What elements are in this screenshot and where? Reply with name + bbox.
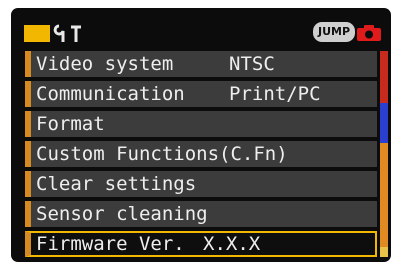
camera-menu-screen: JUMP Video system NTSC Communication Pri… xyxy=(11,8,391,262)
menu-item-label: Sensor cleaning xyxy=(36,203,208,225)
scrollbar-blue-segment xyxy=(380,103,388,143)
menu-item-clear-settings[interactable]: Clear settings xyxy=(25,171,377,197)
menu-item-firmware-version[interactable]: Firmware Ver. X.X.X xyxy=(25,231,377,257)
menu-item-label: Format xyxy=(36,113,105,135)
menu-item-label: Clear settings xyxy=(36,173,197,195)
scrollbar-red-segment xyxy=(380,51,388,103)
settings-tab-icon[interactable] xyxy=(24,25,50,42)
scrollbar-yellow-segment xyxy=(380,247,388,257)
camera-icon xyxy=(357,25,381,41)
menu-item-value: Print/PC xyxy=(229,83,321,105)
jump-button[interactable]: JUMP xyxy=(313,22,356,42)
menu-item-communication[interactable]: Communication Print/PC xyxy=(25,81,377,107)
menu-scrollbar[interactable] xyxy=(380,51,388,257)
menu-item-label: Custom Functions(C.Fn) xyxy=(36,143,288,165)
menu-item-custom-functions[interactable]: Custom Functions(C.Fn) xyxy=(25,141,377,167)
menu-item-value: X.X.X xyxy=(203,233,261,255)
menu-item-sensor-cleaning[interactable]: Sensor cleaning xyxy=(25,201,377,227)
menu-item-format[interactable]: Format xyxy=(25,111,377,137)
menu-list: Video system NTSC Communication Print/PC… xyxy=(25,51,377,257)
menu-item-label: Firmware Ver. xyxy=(36,233,185,255)
menu-item-label: Communication xyxy=(36,83,185,105)
scrollbar-orange-segment xyxy=(380,143,388,247)
menu-header: JUMP xyxy=(11,8,391,50)
wrench-screwdriver-icon xyxy=(53,24,81,42)
menu-item-label: Video system xyxy=(36,53,174,75)
menu-item-video-system[interactable]: Video system NTSC xyxy=(25,51,377,77)
menu-item-value: NTSC xyxy=(229,53,275,75)
